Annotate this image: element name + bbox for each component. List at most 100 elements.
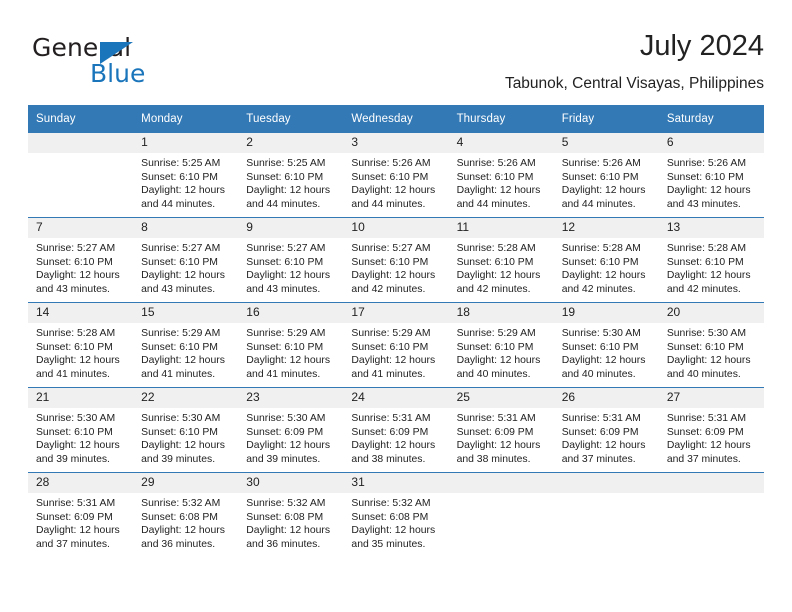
sunrise-text: Sunrise: 5:28 AM: [561, 243, 641, 254]
calendar-day-cell[interactable]: 28 Sunrise: 5:31 AM Sunset: 6:09 PM Dayligh…: [28, 472, 134, 557]
calendar-day-cell[interactable]: 7 Sunrise: 5:27 AM Sunset: 6:10 PM Daylight…: [28, 217, 134, 303]
day-details: [554, 493, 659, 497]
calendar-day-cell[interactable]: 5 Sunrise: 5:26 AM Sunset: 6:10 PM Daylight…: [553, 133, 659, 218]
calendar-day-cell[interactable]: [658, 472, 764, 557]
day-number: 16: [238, 303, 344, 323]
day-details: Sunrise: 5:31 AM Sunset: 6:09 PM Daylight:…: [449, 408, 554, 466]
calendar-day-cell[interactable]: 16 Sunrise: 5:29 AM Sunset: 6:10 PM Dayligh…: [238, 302, 344, 388]
day-details: [449, 493, 554, 497]
calendar-day-cell[interactable]: 27 Sunrise: 5:31 AM Sunset: 6:09 PM Dayligh…: [658, 387, 764, 473]
sunset-text: Sunset: 6:10 PM: [36, 256, 113, 268]
calendar-day-cell[interactable]: 24 Sunrise: 5:31 AM Sunset: 6:09 PM Dayligh…: [343, 387, 449, 473]
day-details: Sunrise: 5:30 AM Sunset: 6:09 PM Daylight:…: [238, 408, 343, 466]
day-number: 27: [658, 388, 764, 408]
calendar-day-cell[interactable]: 31 Sunrise: 5:32 AM Sunset: 6:08 PM Dayligh…: [343, 472, 449, 557]
sunrise-text: Sunrise: 5:27 AM: [351, 243, 431, 254]
weekday-header-row: Sunday Monday Tuesday Wednesday Thursday…: [28, 105, 764, 133]
daylight-text: Daylight: 12 hours and 42 minutes.: [666, 270, 751, 295]
sunset-text: Sunset: 6:09 PM: [246, 426, 324, 438]
calendar-day-cell[interactable]: 18 Sunrise: 5:29 AM Sunset: 6:10 PM Dayligh…: [448, 302, 554, 388]
calendar-day-cell[interactable]: 26 Sunrise: 5:31 AM Sunset: 6:09 PM Dayligh…: [553, 387, 659, 473]
sunrise-text: Sunrise: 5:30 AM: [666, 328, 746, 339]
sunset-text: Sunset: 6:09 PM: [456, 426, 534, 438]
page-subtitle: Tabunok, Central Visayas, Philippines: [504, 75, 764, 92]
calendar-week-row: 28 Sunrise: 5:31 AM Sunset: 6:09 PM Dayligh…: [28, 472, 764, 557]
daylight-text: Daylight: 12 hours and 37 minutes.: [36, 525, 120, 550]
calendar-day-cell[interactable]: 29 Sunrise: 5:32 AM Sunset: 6:08 PM Dayligh…: [133, 472, 239, 557]
calendar-day-cell[interactable]: 14 Sunrise: 5:28 AM Sunset: 6:10 PM Dayligh…: [28, 302, 134, 388]
day-details: Sunrise: 5:25 AM Sunset: 6:10 PM Daylight:…: [238, 153, 343, 211]
day-details: Sunrise: 5:32 AM Sunset: 6:08 PM Daylight:…: [238, 493, 343, 551]
calendar-day-cell[interactable]: 15 Sunrise: 5:29 AM Sunset: 6:10 PM Dayligh…: [133, 302, 239, 388]
day-details: Sunrise: 5:29 AM Sunset: 6:10 PM Daylight:…: [343, 323, 448, 381]
day-number: [658, 473, 764, 493]
calendar-day-cell[interactable]: [553, 472, 659, 557]
sunrise-text: Sunrise: 5:29 AM: [141, 328, 221, 339]
calendar-day-cell[interactable]: 1 Sunrise: 5:25 AM Sunset: 6:10 PM Daylight…: [133, 133, 239, 218]
calendar-day-cell[interactable]: 21 Sunrise: 5:30 AM Sunset: 6:10 PM Dayligh…: [28, 387, 134, 473]
sunrise-text: Sunrise: 5:27 AM: [246, 243, 326, 254]
sunset-text: Sunset: 6:10 PM: [246, 171, 324, 183]
calendar-day-cell[interactable]: 30 Sunrise: 5:32 AM Sunset: 6:08 PM Dayligh…: [238, 472, 344, 557]
day-details: Sunrise: 5:31 AM Sunset: 6:09 PM Daylight:…: [659, 408, 764, 466]
sunrise-text: Sunrise: 5:31 AM: [351, 413, 431, 424]
sunset-text: Sunset: 6:10 PM: [666, 256, 744, 268]
sunrise-text: Sunrise: 5:26 AM: [561, 158, 641, 169]
daylight-text: Daylight: 12 hours and 40 minutes.: [666, 355, 751, 380]
sunrise-text: Sunrise: 5:29 AM: [456, 328, 536, 339]
day-details: Sunrise: 5:25 AM Sunset: 6:10 PM Daylight:…: [133, 153, 238, 211]
sunrise-text: Sunrise: 5:30 AM: [246, 413, 326, 424]
sunrise-text: Sunrise: 5:27 AM: [36, 243, 116, 254]
sunset-text: Sunset: 6:09 PM: [36, 511, 113, 523]
daylight-text: Daylight: 12 hours and 43 minutes.: [666, 185, 751, 210]
calendar-day-cell[interactable]: 3 Sunrise: 5:26 AM Sunset: 6:10 PM Daylight…: [343, 133, 449, 218]
sunset-text: Sunset: 6:10 PM: [141, 341, 218, 353]
title-block: July 2024 Tabunok, Central Visayas, Phil…: [505, 28, 764, 95]
calendar-day-cell[interactable]: [448, 472, 554, 557]
day-number: 15: [133, 303, 239, 323]
day-details: Sunrise: 5:28 AM Sunset: 6:10 PM Daylight:…: [449, 238, 554, 296]
calendar-day-cell[interactable]: 4 Sunrise: 5:26 AM Sunset: 6:10 PM Daylight…: [448, 133, 554, 218]
calendar-day-cell[interactable]: 20 Sunrise: 5:30 AM Sunset: 6:10 PM Dayligh…: [658, 302, 764, 388]
calendar-day-cell[interactable]: 19 Sunrise: 5:30 AM Sunset: 6:10 PM Dayligh…: [553, 302, 659, 388]
day-details: Sunrise: 5:28 AM Sunset: 6:10 PM Daylight:…: [28, 323, 133, 381]
day-number: 3: [343, 133, 449, 153]
calendar-day-cell[interactable]: 2 Sunrise: 5:25 AM Sunset: 6:10 PM Daylight…: [238, 133, 344, 218]
calendar-day-cell[interactable]: 25 Sunrise: 5:31 AM Sunset: 6:09 PM Dayligh…: [448, 387, 554, 473]
day-details: [659, 493, 764, 497]
sunset-text: Sunset: 6:10 PM: [36, 341, 113, 353]
calendar-day-cell[interactable]: 23 Sunrise: 5:30 AM Sunset: 6:09 PM Dayligh…: [238, 387, 344, 473]
sunset-text: Sunset: 6:10 PM: [141, 171, 218, 183]
calendar-day-cell[interactable]: 17 Sunrise: 5:29 AM Sunset: 6:10 PM Dayligh…: [343, 302, 449, 388]
day-number: 18: [448, 303, 554, 323]
daylight-text: Daylight: 12 hours and 41 minutes.: [246, 355, 331, 380]
generalblue-logo[interactable]: General Blue: [32, 34, 242, 90]
sunset-text: Sunset: 6:08 PM: [246, 511, 324, 523]
sunrise-text: Sunrise: 5:32 AM: [141, 498, 221, 509]
calendar-day-cell[interactable]: 11 Sunrise: 5:28 AM Sunset: 6:10 PM Dayligh…: [448, 217, 554, 303]
calendar-day-cell[interactable]: 13 Sunrise: 5:28 AM Sunset: 6:10 PM Dayligh…: [658, 217, 764, 303]
daylight-text: Daylight: 12 hours and 41 minutes.: [36, 355, 120, 380]
sunset-text: Sunset: 6:10 PM: [666, 171, 744, 183]
sunset-text: Sunset: 6:10 PM: [141, 256, 218, 268]
sunset-text: Sunset: 6:10 PM: [351, 171, 429, 183]
calendar-day-cell[interactable]: 10 Sunrise: 5:27 AM Sunset: 6:10 PM Dayligh…: [343, 217, 449, 303]
day-number: 11: [448, 218, 554, 238]
day-details: Sunrise: 5:27 AM Sunset: 6:10 PM Daylight:…: [238, 238, 343, 296]
calendar-day-cell[interactable]: 12 Sunrise: 5:28 AM Sunset: 6:10 PM Dayligh…: [553, 217, 659, 303]
daylight-text: Daylight: 12 hours and 35 minutes.: [351, 525, 436, 550]
daylight-text: Daylight: 12 hours and 42 minutes.: [351, 270, 436, 295]
sunset-text: Sunset: 6:10 PM: [351, 256, 429, 268]
daylight-text: Daylight: 12 hours and 44 minutes.: [351, 185, 436, 210]
calendar-day-cell[interactable]: 8 Sunrise: 5:27 AM Sunset: 6:10 PM Daylight…: [133, 217, 239, 303]
sunrise-text: Sunrise: 5:31 AM: [561, 413, 641, 424]
calendar-day-cell[interactable]: 6 Sunrise: 5:26 AM Sunset: 6:10 PM Daylight…: [658, 133, 764, 218]
day-number: [448, 473, 554, 493]
sunset-text: Sunset: 6:10 PM: [456, 341, 534, 353]
calendar-day-cell[interactable]: 9 Sunrise: 5:27 AM Sunset: 6:10 PM Daylight…: [238, 217, 344, 303]
daylight-text: Daylight: 12 hours and 38 minutes.: [456, 440, 541, 465]
calendar-day-cell[interactable]: 22 Sunrise: 5:30 AM Sunset: 6:10 PM Dayligh…: [133, 387, 239, 473]
sunset-text: Sunset: 6:10 PM: [666, 341, 744, 353]
day-details: Sunrise: 5:31 AM Sunset: 6:09 PM Daylight:…: [28, 493, 133, 551]
calendar-day-cell[interactable]: [28, 133, 134, 218]
